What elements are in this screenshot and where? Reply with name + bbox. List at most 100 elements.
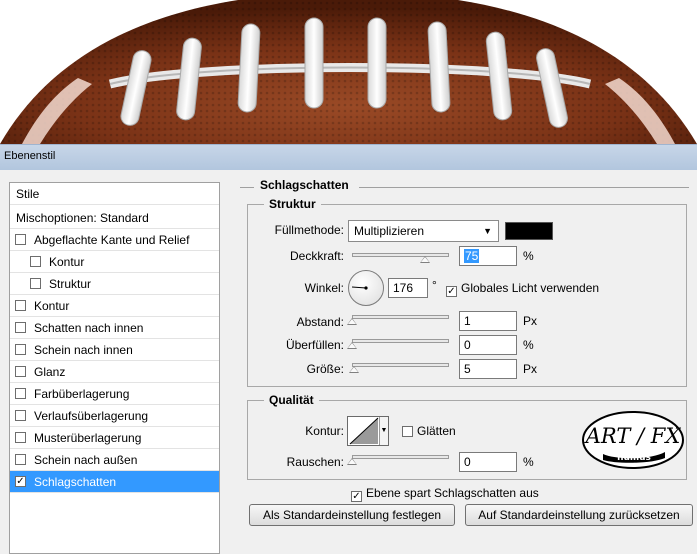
style-list-item-schein-nach-innen[interactable]: Schein nach innen xyxy=(10,339,219,361)
style-list: Stile Mischoptionen: Standard Abgeflachte… xyxy=(9,182,220,554)
style-list-item-label: Musterüberlagerung xyxy=(34,431,142,445)
abstand-slider[interactable] xyxy=(352,315,449,319)
struktur-title: Struktur xyxy=(264,197,321,211)
contour-curve-icon xyxy=(349,417,379,445)
winkel-input[interactable]: 176 xyxy=(388,278,428,298)
kontur-label: Kontur: xyxy=(305,424,344,438)
style-list-item-musterueberlagerung[interactable]: Musterüberlagerung xyxy=(10,427,219,449)
ueberfuellen-unit: % xyxy=(523,338,534,352)
style-list-item-schein-nach-aussen[interactable]: Schein nach außen xyxy=(10,449,219,471)
groesse-input[interactable]: 5 xyxy=(459,359,517,379)
deckkraft-unit: % xyxy=(523,249,534,263)
style-list-item-label: Farbüberlagerung xyxy=(34,387,130,401)
style-checkbox[interactable] xyxy=(15,300,26,311)
deckkraft-slider-thumb[interactable] xyxy=(419,256,430,263)
style-list-header-label: Stile xyxy=(16,187,40,201)
chevron-down-icon: ▼ xyxy=(483,226,492,236)
style-list-item-kontur-sub[interactable]: Kontur xyxy=(10,251,219,273)
glaetten-label: Glätten xyxy=(417,424,456,438)
ueberfuellen-slider[interactable] xyxy=(352,339,449,343)
style-list-header[interactable]: Stile xyxy=(10,183,219,205)
style-checkbox[interactable] xyxy=(15,454,26,465)
style-list-item-label: Schatten nach innen xyxy=(34,321,144,335)
glaetten-checkbox-box[interactable] xyxy=(402,426,413,437)
deckkraft-slider[interactable] xyxy=(352,253,449,257)
ueberfuellen-input[interactable]: 0 xyxy=(459,335,517,355)
reset-default-button[interactable]: Auf Standardeinstellung zurücksetzen xyxy=(465,504,693,526)
style-list-item-label: Mischoptionen: Standard xyxy=(16,211,149,225)
style-checkbox[interactable] xyxy=(30,278,41,289)
style-checkbox[interactable] xyxy=(15,476,26,487)
ueberfuellen-slider-thumb[interactable] xyxy=(347,342,357,349)
ueberfuellen-label: Überfüllen: xyxy=(285,338,344,352)
style-list-item-glanz[interactable]: Glanz xyxy=(10,361,219,383)
style-list-item-label: Kontur xyxy=(49,255,85,269)
style-list-item-schlagschatten[interactable]: Schlagschatten xyxy=(10,471,219,493)
globales-licht-label: Globales Licht verwenden xyxy=(461,281,600,295)
groesse-label: Größe: xyxy=(306,362,344,376)
groesse-slider[interactable] xyxy=(352,363,449,367)
kontur-curve-picker[interactable]: ▼ xyxy=(347,416,389,446)
style-list-item-label: Verlaufsüberlagerung xyxy=(34,409,149,423)
fuellmethode-select[interactable]: Multiplizieren ▼ xyxy=(348,220,499,242)
style-list-item-label: Kontur xyxy=(34,299,70,313)
globales-licht-checkbox[interactable]: Globales Licht verwenden xyxy=(446,281,599,297)
abstand-slider-thumb[interactable] xyxy=(347,318,357,325)
style-checkbox[interactable] xyxy=(15,388,26,399)
abstand-input[interactable]: 1 xyxy=(459,311,517,331)
glaetten-checkbox[interactable]: Glätten xyxy=(402,424,456,438)
rauschen-slider-thumb[interactable] xyxy=(347,458,357,465)
style-checkbox[interactable] xyxy=(15,344,26,355)
fuellmethode-label: Füllmethode: xyxy=(274,223,344,237)
dialog-title: Ebenenstil xyxy=(4,150,56,162)
dialog-titlebar[interactable]: Ebenenstil xyxy=(0,144,697,170)
football-image xyxy=(0,0,697,144)
style-checkbox[interactable] xyxy=(30,256,41,267)
style-list-item-label: Schlagschatten xyxy=(34,475,117,489)
style-checkbox[interactable] xyxy=(15,432,26,443)
style-list-item-schatten-nach-innen[interactable]: Schatten nach innen xyxy=(10,317,219,339)
svg-text:nullius: nullius xyxy=(617,453,651,463)
groesse-slider-thumb[interactable] xyxy=(348,366,359,373)
style-list-item-verlaufsueberlagerung[interactable]: Verlaufsüberlagerung xyxy=(10,405,219,427)
style-list-item-farbueberlagerung[interactable]: Farbüberlagerung xyxy=(10,383,219,405)
winkel-label: Winkel: xyxy=(304,281,344,295)
svg-text:ART / FX: ART / FX xyxy=(584,424,682,448)
ebene-spart-label: Ebene spart Schlagschatten aus xyxy=(366,486,539,500)
deckkraft-input[interactable]: 75 xyxy=(459,246,517,266)
style-list-item-label: Schein nach außen xyxy=(34,453,138,467)
style-checkbox[interactable] xyxy=(15,410,26,421)
style-checkbox[interactable] xyxy=(15,366,26,377)
winkel-unit: ° xyxy=(432,278,437,292)
ebene-spart-checkbox-box[interactable] xyxy=(351,491,362,502)
panel-title: Schlagschatten xyxy=(260,178,349,192)
deckkraft-label: Deckkraft: xyxy=(289,249,344,263)
style-checkbox[interactable] xyxy=(15,322,26,333)
style-list-item-mischoptionen-standard[interactable]: Mischoptionen: Standard xyxy=(10,207,219,229)
style-list-item-abgeflachte-kante-und-relief[interactable]: Abgeflachte Kante und Relief xyxy=(10,229,219,251)
style-list-item-label: Schein nach innen xyxy=(34,343,133,357)
style-list-item-label: Abgeflachte Kante und Relief xyxy=(34,233,190,247)
qualitaet-title: Qualität xyxy=(264,393,319,407)
rauschen-unit: % xyxy=(523,455,534,469)
groesse-unit: Px xyxy=(523,362,538,376)
chevron-down-icon[interactable]: ▼ xyxy=(379,417,388,445)
style-list-item-label: Glanz xyxy=(34,365,66,379)
abstand-unit: Px xyxy=(523,314,538,328)
rauschen-input[interactable]: 0 xyxy=(459,452,517,472)
style-list-item-kontur[interactable]: Kontur xyxy=(10,295,219,317)
globales-licht-checkbox-box[interactable] xyxy=(446,286,457,297)
ebene-spart-checkbox[interactable]: Ebene spart Schlagschatten aus xyxy=(351,486,539,502)
shadow-color-swatch[interactable] xyxy=(505,222,553,240)
style-list-item-label: Struktur xyxy=(49,277,92,291)
style-checkbox[interactable] xyxy=(15,234,26,245)
abstand-label: Abstand: xyxy=(296,315,344,329)
set-default-button[interactable]: Als Standardeinstellung festlegen xyxy=(249,504,455,526)
style-list-item-struktur-sub[interactable]: Struktur xyxy=(10,273,219,295)
angle-dial[interactable] xyxy=(348,270,384,306)
artifx-logo: ART / FX nullius xyxy=(581,410,685,470)
layer-style-dialog: Stile Mischoptionen: Standard Abgeflachte… xyxy=(0,170,697,554)
rauschen-label: Rauschen: xyxy=(286,455,344,469)
fuellmethode-value: Multiplizieren xyxy=(354,224,425,238)
rauschen-slider[interactable] xyxy=(352,455,449,459)
